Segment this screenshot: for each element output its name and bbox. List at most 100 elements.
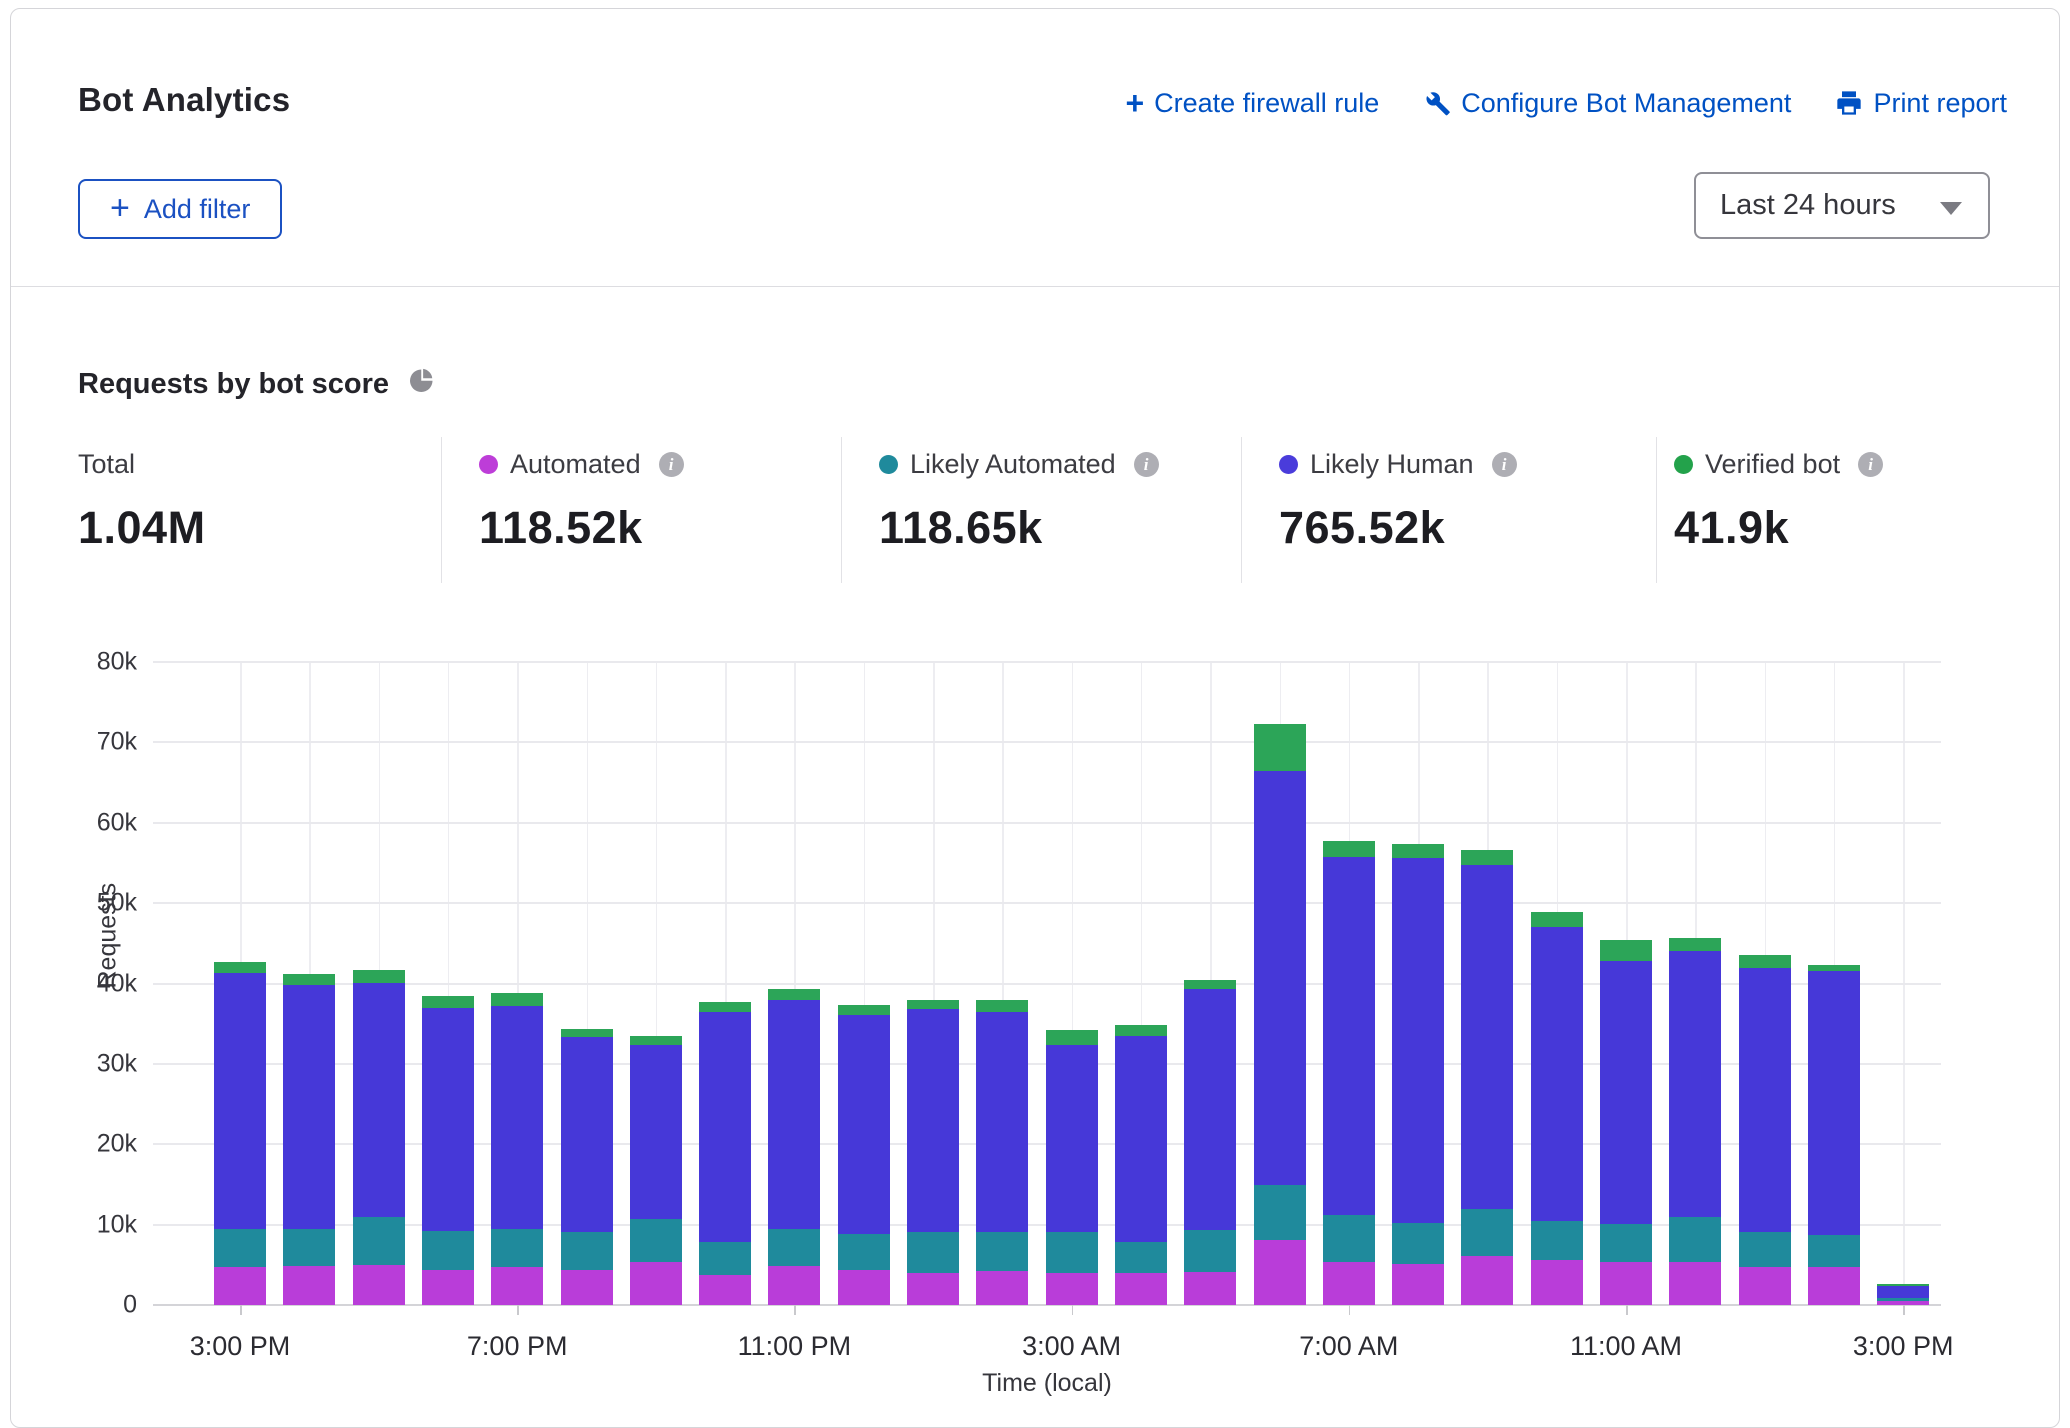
chart-bar-21[interactable] [1669, 938, 1721, 1305]
chart-bar-3[interactable] [422, 996, 474, 1305]
chart-bar-6[interactable] [630, 1036, 682, 1305]
bar-segment[interactable] [1323, 841, 1375, 856]
bar-segment[interactable] [768, 989, 820, 999]
bar-segment[interactable] [630, 1262, 682, 1305]
bar-segment[interactable] [283, 985, 335, 1229]
bar-segment[interactable] [1323, 1262, 1375, 1305]
bar-segment[interactable] [1323, 1215, 1375, 1262]
bar-segment[interactable] [1461, 1209, 1513, 1256]
bar-segment[interactable] [1669, 1262, 1721, 1305]
bar-segment[interactable] [1046, 1030, 1098, 1045]
bar-segment[interactable] [1877, 1286, 1929, 1298]
bar-segment[interactable] [1254, 724, 1306, 771]
chart-bar-4[interactable] [491, 993, 543, 1305]
bar-segment[interactable] [1115, 1025, 1167, 1035]
chart-bar-11[interactable] [976, 1000, 1028, 1305]
bar-segment[interactable] [491, 993, 543, 1006]
bar-segment[interactable] [1392, 1223, 1444, 1264]
bar-segment[interactable] [1115, 1036, 1167, 1242]
bar-segment[interactable] [630, 1045, 682, 1219]
chart-bar-17[interactable] [1392, 844, 1444, 1305]
bar-segment[interactable] [976, 1271, 1028, 1305]
bar-segment[interactable] [1531, 1260, 1583, 1305]
bar-segment[interactable] [1254, 1240, 1306, 1305]
chart-bar-2[interactable] [353, 970, 405, 1305]
bar-segment[interactable] [630, 1036, 682, 1045]
bar-segment[interactable] [1669, 938, 1721, 952]
bar-segment[interactable] [1531, 912, 1583, 927]
chart-bar-19[interactable] [1531, 912, 1583, 1305]
bar-segment[interactable] [561, 1037, 613, 1232]
bar-segment[interactable] [768, 1266, 820, 1305]
bar-segment[interactable] [1115, 1242, 1167, 1273]
bar-segment[interactable] [1600, 1262, 1652, 1305]
bar-segment[interactable] [976, 1000, 1028, 1012]
bar-segment[interactable] [907, 1232, 959, 1273]
bar-segment[interactable] [1184, 1230, 1236, 1272]
bar-segment[interactable] [1669, 951, 1721, 1217]
chart-bar-7[interactable] [699, 1002, 751, 1305]
bar-segment[interactable] [283, 1266, 335, 1305]
bar-segment[interactable] [491, 1006, 543, 1229]
chart-bar-23[interactable] [1808, 965, 1860, 1305]
bar-segment[interactable] [1600, 1224, 1652, 1262]
chart-bar-16[interactable] [1323, 841, 1375, 1305]
create-firewall-rule-link[interactable]: + Create firewall rule [1125, 87, 1379, 119]
bar-segment[interactable] [1808, 971, 1860, 1235]
bar-segment[interactable] [907, 1000, 959, 1010]
bar-segment[interactable] [1600, 940, 1652, 961]
bar-segment[interactable] [630, 1219, 682, 1262]
bar-segment[interactable] [1669, 1217, 1721, 1262]
bar-segment[interactable] [976, 1232, 1028, 1271]
time-range-select[interactable]: Last 24 hours [1694, 172, 1990, 239]
bar-segment[interactable] [353, 983, 405, 1217]
print-report-link[interactable]: Print report [1835, 88, 2007, 119]
bar-segment[interactable] [838, 1270, 890, 1305]
bar-segment[interactable] [1531, 1221, 1583, 1260]
bar-segment[interactable] [1461, 865, 1513, 1208]
bar-segment[interactable] [561, 1270, 613, 1305]
bar-segment[interactable] [1739, 1267, 1791, 1305]
bar-segment[interactable] [976, 1012, 1028, 1232]
bar-segment[interactable] [1115, 1273, 1167, 1305]
bar-segment[interactable] [699, 1002, 751, 1012]
chart-bar-20[interactable] [1600, 940, 1652, 1305]
bar-segment[interactable] [422, 996, 474, 1008]
add-filter-button[interactable]: + Add filter [78, 179, 282, 239]
bar-segment[interactable] [838, 1015, 890, 1234]
bar-segment[interactable] [1600, 961, 1652, 1224]
bar-segment[interactable] [214, 962, 266, 973]
bar-segment[interactable] [353, 1217, 405, 1265]
chart-bar-9[interactable] [838, 1005, 890, 1305]
chart-bar-24[interactable] [1877, 1284, 1929, 1305]
bar-segment[interactable] [699, 1242, 751, 1276]
chart-bar-8[interactable] [768, 989, 820, 1305]
chart-bar-12[interactable] [1046, 1030, 1098, 1305]
bar-segment[interactable] [1461, 850, 1513, 865]
bar-segment[interactable] [353, 970, 405, 983]
bar-segment[interactable] [422, 1008, 474, 1231]
chart-bar-22[interactable] [1739, 955, 1791, 1305]
bar-segment[interactable] [1184, 980, 1236, 990]
bar-segment[interactable] [768, 1000, 820, 1229]
bar-segment[interactable] [214, 973, 266, 1229]
bar-segment[interactable] [283, 974, 335, 985]
info-icon[interactable]: i [659, 452, 684, 477]
bar-segment[interactable] [1046, 1045, 1098, 1231]
bar-segment[interactable] [214, 1267, 266, 1305]
bar-segment[interactable] [561, 1232, 613, 1271]
bar-segment[interactable] [1739, 955, 1791, 968]
bar-segment[interactable] [1739, 1232, 1791, 1267]
bar-segment[interactable] [561, 1029, 613, 1037]
bar-segment[interactable] [422, 1270, 474, 1305]
bar-segment[interactable] [422, 1231, 474, 1270]
bar-segment[interactable] [1808, 1267, 1860, 1305]
chart-bar-13[interactable] [1115, 1025, 1167, 1305]
chart-bar-18[interactable] [1461, 850, 1513, 1305]
bar-segment[interactable] [838, 1005, 890, 1015]
bar-segment[interactable] [1531, 927, 1583, 1220]
bar-segment[interactable] [1254, 771, 1306, 1185]
bar-segment[interactable] [699, 1012, 751, 1242]
chart-bar-0[interactable] [214, 962, 266, 1305]
chart-bar-1[interactable] [283, 974, 335, 1305]
